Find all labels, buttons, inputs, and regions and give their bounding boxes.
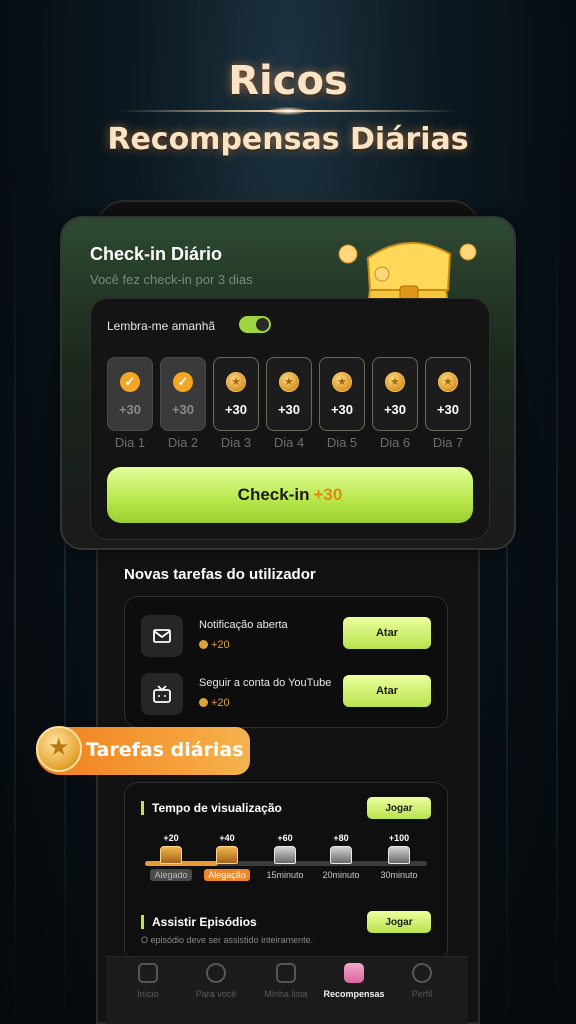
milestone-value: +40 [219, 833, 235, 843]
episodes-play-button[interactable]: Jogar [367, 911, 431, 933]
chest-icon [274, 846, 296, 864]
star-coin-icon [36, 726, 82, 772]
nav-label: Perfil [411, 989, 433, 999]
youtube-task-button[interactable]: Atar [343, 675, 431, 707]
day-label: Dia 4 [273, 435, 305, 450]
checkin-button-bonus: +30 [313, 485, 343, 504]
nav-label: Minha lista [264, 989, 308, 999]
nav-label: Recompensas [323, 989, 385, 999]
new-tasks-title: Novas tarefas do utilizador [124, 566, 316, 583]
play-icon [206, 963, 226, 983]
nav-for-you[interactable]: Para você [180, 963, 252, 999]
day-amount: +30 [330, 402, 354, 417]
coin-icon [332, 372, 352, 392]
episodes-title: Assistir Episódios [141, 915, 257, 929]
nav-home[interactable]: Início [112, 963, 184, 999]
hero-subtitle: Recompensas Diárias [107, 122, 469, 157]
milestone-value: +20 [163, 833, 179, 843]
new-tasks-list: Notificação aberta +20 Atar Seguir a con… [124, 596, 448, 728]
day-7-tile: +30 [425, 357, 471, 431]
coin-icon [199, 640, 208, 649]
day-1-tile: ✓ +30 [107, 357, 153, 431]
task-reward: +20 [199, 639, 230, 651]
remind-label: Lembra-me amanhã [107, 319, 216, 333]
coin-icon [279, 372, 299, 392]
checkin-streak-text: Você fez check-in por 3 dias [90, 272, 253, 287]
folder-icon [276, 963, 296, 983]
task-name: Notificação aberta [199, 619, 288, 631]
remind-toggle[interactable] [239, 316, 271, 333]
day-5-tile: +30 [319, 357, 365, 431]
day-amount: +30 [383, 402, 407, 417]
checkin-button[interactable]: Check-in +30 [107, 467, 473, 523]
day-label: Dia 3 [220, 435, 252, 450]
coin-icon [438, 372, 458, 392]
coin-icon [199, 698, 208, 707]
bottom-nav: Início Para você Minha lista Recompensas… [106, 956, 468, 1024]
milestone-label: Alegado [150, 869, 192, 881]
milestone-label: Alegação [204, 869, 250, 881]
day-amount: +30 [171, 402, 195, 417]
chest-icon [388, 846, 410, 864]
episodes-description: O episódio deve ser assistido inteiramen… [141, 935, 314, 945]
milestone-value: +100 [388, 833, 410, 843]
nav-my-list[interactable]: Minha lista [250, 963, 322, 999]
milestone-value: +80 [333, 833, 349, 843]
task-reward: +20 [199, 697, 230, 709]
day-2-tile: ✓ +30 [160, 357, 206, 431]
day-label: Dia 6 [379, 435, 411, 450]
task-row: Seguir a conta do YouTube +20 Atar [125, 671, 447, 721]
chest-icon [216, 846, 238, 864]
day-amount: +30 [277, 402, 301, 417]
checkin-button-label: Check-in [237, 485, 310, 504]
chest-icon [330, 846, 352, 864]
profile-icon [412, 963, 432, 983]
check-icon: ✓ [173, 372, 193, 392]
milestone: +80 20minuto [311, 833, 371, 883]
mail-icon [141, 615, 183, 657]
nav-label: Início [137, 989, 159, 999]
task-name: Seguir a conta do YouTube [199, 677, 332, 689]
hero-title: Ricos [228, 58, 348, 104]
gift-icon [344, 963, 364, 983]
daily-tasks-list: Tempo de visualização Jogar +20 Alegado … [124, 782, 448, 962]
day-4-tile: +30 [266, 357, 312, 431]
coin-icon [226, 372, 246, 392]
day-label: Dia 7 [432, 435, 464, 450]
milestone-label: 30minuto [380, 870, 418, 880]
daily-tasks-title: Tarefas diárias [86, 739, 244, 761]
nav-profile[interactable]: Perfil [386, 963, 458, 999]
home-icon [138, 963, 158, 983]
task-row: Notificação aberta +20 Atar [125, 613, 447, 663]
day-label: Dia 2 [167, 435, 199, 450]
checkin-days-panel: Lembra-me amanhã ✓ +30 ✓ +30 +30 +30 +30… [90, 298, 490, 540]
day-label: Dia 5 [326, 435, 358, 450]
nav-rewards[interactable]: Recompensas [318, 963, 390, 999]
milestone-label: 20minuto [322, 870, 360, 880]
tv-icon [141, 673, 183, 715]
notification-task-button[interactable]: Atar [343, 617, 431, 649]
milestone-value: +60 [277, 833, 293, 843]
day-amount: +30 [224, 402, 248, 417]
milestone[interactable]: +40 Alegação [197, 833, 257, 883]
checkin-title: Check-in Diário [90, 244, 223, 264]
nav-label: Para você [195, 989, 237, 999]
watch-time-play-button[interactable]: Jogar [367, 797, 431, 819]
watch-time-title: Tempo de visualização [141, 801, 282, 815]
chest-icon [160, 846, 182, 864]
checkin-card: Check-in Diário Você fez check-in por 3 … [60, 216, 516, 550]
milestone: +60 15minuto [255, 833, 315, 883]
day-amount: +30 [118, 402, 142, 417]
day-amount: +30 [436, 402, 460, 417]
milestone: +100 30minuto [369, 833, 429, 883]
hero-divider [118, 107, 458, 115]
coin-icon [385, 372, 405, 392]
milestone[interactable]: +20 Alegado [141, 833, 201, 883]
day-6-tile: +30 [372, 357, 418, 431]
check-icon: ✓ [120, 372, 140, 392]
day-label: Dia 1 [114, 435, 146, 450]
milestone-label: 15minuto [266, 870, 304, 880]
day-3-tile: +30 [213, 357, 259, 431]
